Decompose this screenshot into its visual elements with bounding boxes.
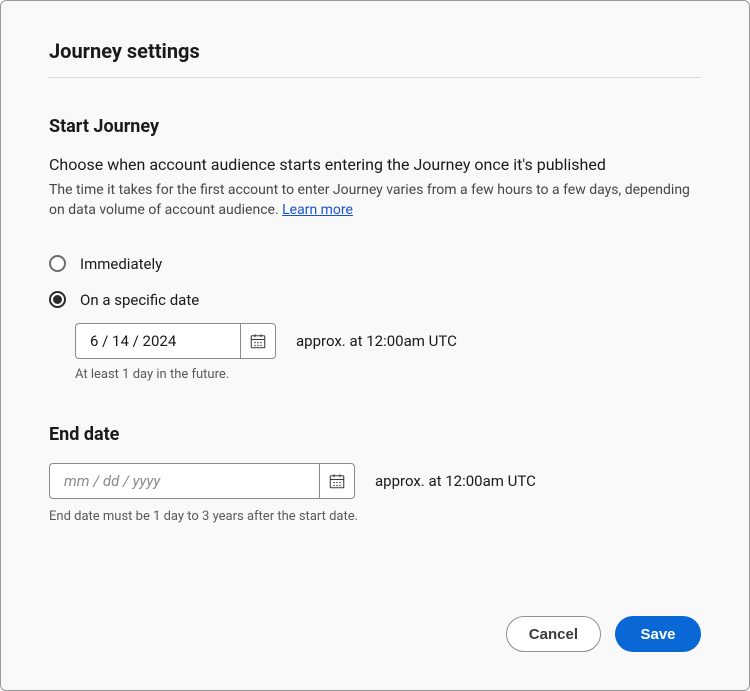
radio-label-immediately: Immediately	[80, 255, 162, 273]
end-date-input[interactable]: mm / dd / yyyy	[49, 463, 355, 499]
end-date-hint: End date must be 1 day to 3 years after …	[49, 509, 701, 524]
calendar-icon	[249, 332, 267, 350]
start-date-calendar-button[interactable]	[240, 323, 276, 359]
start-date-value[interactable]: 6 / 14 / 2024	[75, 323, 240, 359]
start-radio-group: Immediately On a specific date 6 / 14 / …	[49, 255, 701, 382]
end-date-approx: approx. at 12:00am UTC	[375, 472, 536, 490]
start-date-block: 6 / 14 / 2024	[75, 323, 701, 382]
start-journey-sub-text: The time it takes for the first account …	[49, 182, 690, 218]
dialog-footer: Cancel Save	[49, 616, 701, 652]
start-date-approx: approx. at 12:00am UTC	[296, 332, 457, 350]
start-date-row: 6 / 14 / 2024	[75, 323, 701, 359]
radio-specific-date[interactable]: On a specific date	[49, 291, 701, 309]
learn-more-link[interactable]: Learn more	[282, 202, 353, 218]
start-journey-lead: Choose when account audience starts ente…	[49, 155, 701, 174]
end-date-placeholder[interactable]: mm / dd / yyyy	[49, 463, 319, 499]
radio-icon	[49, 291, 66, 308]
end-date-row: mm / dd / yyyy ap	[49, 463, 701, 499]
cancel-button[interactable]: Cancel	[506, 616, 601, 652]
radio-immediately[interactable]: Immediately	[49, 255, 701, 273]
save-button[interactable]: Save	[615, 616, 701, 652]
end-date-calendar-button[interactable]	[319, 463, 355, 499]
start-journey-heading: Start Journey	[49, 116, 701, 137]
calendar-icon	[328, 472, 346, 490]
journey-settings-dialog: Journey settings Start Journey Choose wh…	[0, 0, 750, 691]
end-date-heading: End date	[49, 424, 701, 445]
radio-icon	[49, 255, 66, 272]
radio-label-specific: On a specific date	[80, 291, 199, 309]
start-date-hint: At least 1 day in the future.	[75, 367, 701, 382]
dialog-title: Journey settings	[49, 39, 701, 78]
start-date-input[interactable]: 6 / 14 / 2024	[75, 323, 276, 359]
end-date-block: mm / dd / yyyy ap	[49, 463, 701, 524]
start-journey-sub: The time it takes for the first account …	[49, 180, 701, 221]
